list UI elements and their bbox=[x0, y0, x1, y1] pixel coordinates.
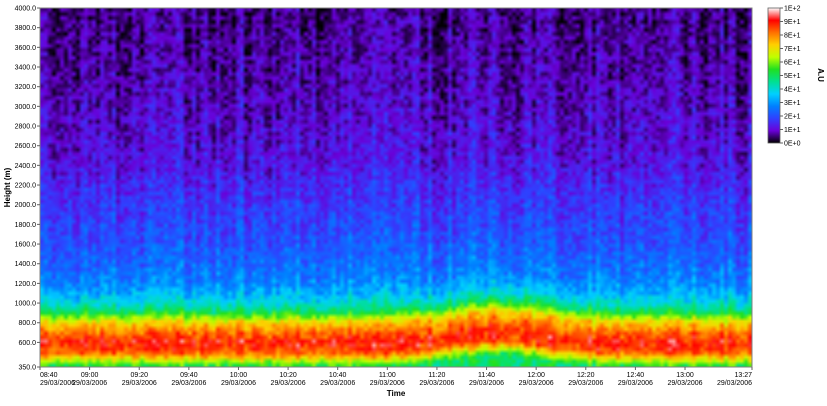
colorbar-tick-label: 4E+1 bbox=[784, 87, 801, 94]
x-tick-date-label: 29/03/2006 bbox=[667, 380, 702, 387]
y-tick-label: 350.0 bbox=[18, 365, 36, 372]
colorbar: 1E+2 9E+1 8E+1 7E+1 6E+1 5E+1 4E+1 3E+1 2E+1 1E+1… bbox=[767, 6, 801, 148]
x-tick-date-label: 29/03/2006 bbox=[221, 380, 256, 387]
x-tick-time-label: 08:40 bbox=[40, 372, 58, 379]
x-tick-date-label: 29/03/2006 bbox=[171, 380, 206, 387]
backscatter-chart: 4000.0 3800.0 3600.0 3400.0 3200.0 3000.0 2800… bbox=[3, 6, 825, 399]
colorbar-tick-label: 3E+1 bbox=[784, 100, 801, 107]
x-tick-time-label: 10:00 bbox=[230, 372, 248, 379]
x-tick-date-label: 29/03/2006 bbox=[568, 380, 603, 387]
colorbar-tick-label: 9E+1 bbox=[784, 19, 801, 26]
colorbar-tick-label: 6E+1 bbox=[784, 60, 801, 67]
x-tick-time-label: 11:20 bbox=[428, 372, 445, 379]
x-tick-date-label: 29/03/2006 bbox=[717, 380, 752, 387]
y-tick-label: 600.0 bbox=[18, 340, 36, 347]
x-tick-time-label: 10:20 bbox=[279, 372, 297, 379]
y-axis: 4000.0 3800.0 3600.0 3400.0 3200.0 3000.0 2800… bbox=[15, 6, 40, 372]
y-tick-label: 800.0 bbox=[18, 320, 36, 327]
y-tick-label: 1600.0 bbox=[15, 242, 37, 249]
x-tick-date-label: 29/03/2006 bbox=[271, 380, 306, 387]
x-axis: 08:4029/03/200609:0029/03/200609:2029/03… bbox=[39, 367, 753, 387]
colorbar-tick-label: 2E+1 bbox=[784, 114, 801, 121]
x-tick-time-label: 09:20 bbox=[130, 372, 148, 379]
x-tick-time-label: 09:00 bbox=[81, 372, 99, 379]
x-tick-date-label: 29/03/2006 bbox=[320, 380, 355, 387]
colorbar-tick-label: 1E+1 bbox=[784, 127, 801, 134]
y-tick-label: 1400.0 bbox=[15, 261, 37, 268]
y-tick-label: 2400.0 bbox=[15, 163, 37, 170]
x-tick-time-label: 10:40 bbox=[329, 372, 347, 379]
colorbar-tick-label: 5E+1 bbox=[784, 73, 801, 80]
x-tick-time-label: 11:00 bbox=[379, 372, 396, 379]
x-tick-time-label: 09:40 bbox=[180, 372, 198, 379]
y-tick-label: 3600.0 bbox=[15, 45, 37, 52]
y-tick-label: 1000.0 bbox=[15, 301, 37, 308]
x-tick-date-label: 29/03/2006 bbox=[519, 380, 554, 387]
y-tick-label: 2800.0 bbox=[15, 124, 37, 131]
x-tick-time-label: 12:00 bbox=[527, 372, 545, 379]
y-tick-label: 2200.0 bbox=[15, 183, 37, 190]
y-tick-label: 3800.0 bbox=[15, 25, 37, 32]
x-tick-date-label: 29/03/2006 bbox=[72, 380, 107, 387]
colorbar-tick-label: 1E+2 bbox=[784, 6, 801, 13]
y-tick-label: 1800.0 bbox=[15, 222, 37, 229]
y-tick-label: 3400.0 bbox=[15, 65, 37, 72]
y-tick-label: 3000.0 bbox=[15, 104, 37, 111]
x-tick-time-label: 12:40 bbox=[627, 372, 645, 379]
y-tick-label: 2600.0 bbox=[15, 143, 37, 150]
colorbar-tick-label: 8E+1 bbox=[784, 33, 801, 40]
x-tick-date-label: 29/03/2006 bbox=[370, 380, 405, 387]
y-axis-label: Height (m) bbox=[3, 167, 12, 207]
x-tick-time-label: 12:20 bbox=[577, 372, 595, 379]
x-tick-time-label: 11:40 bbox=[478, 372, 495, 379]
x-axis-label: Time bbox=[387, 389, 406, 398]
heatmap-plot-area[interactable] bbox=[40, 8, 752, 367]
heatmap-image bbox=[40, 8, 752, 367]
colorbar-tick-label: 0E+0 bbox=[784, 141, 801, 148]
x-tick-time-label: 13:00 bbox=[676, 372, 694, 379]
colorbar-unit-label: A.U bbox=[816, 68, 825, 82]
y-tick-label: 3200.0 bbox=[15, 84, 37, 91]
x-tick-date-label: 29/03/2006 bbox=[40, 380, 75, 387]
x-tick-date-label: 29/03/2006 bbox=[122, 380, 157, 387]
x-tick-time-label: 13:27 bbox=[734, 372, 752, 379]
x-tick-date-label: 29/03/2006 bbox=[618, 380, 653, 387]
y-tick-label: 2000.0 bbox=[15, 202, 37, 209]
colorbar-tick-label: 7E+1 bbox=[784, 46, 801, 53]
colorbar-gradient bbox=[767, 7, 781, 144]
x-tick-date-label: 29/03/2006 bbox=[469, 380, 504, 387]
x-tick-date-label: 29/03/2006 bbox=[419, 380, 454, 387]
y-tick-label: 1200.0 bbox=[15, 281, 37, 288]
y-tick-label: 4000.0 bbox=[15, 6, 37, 13]
